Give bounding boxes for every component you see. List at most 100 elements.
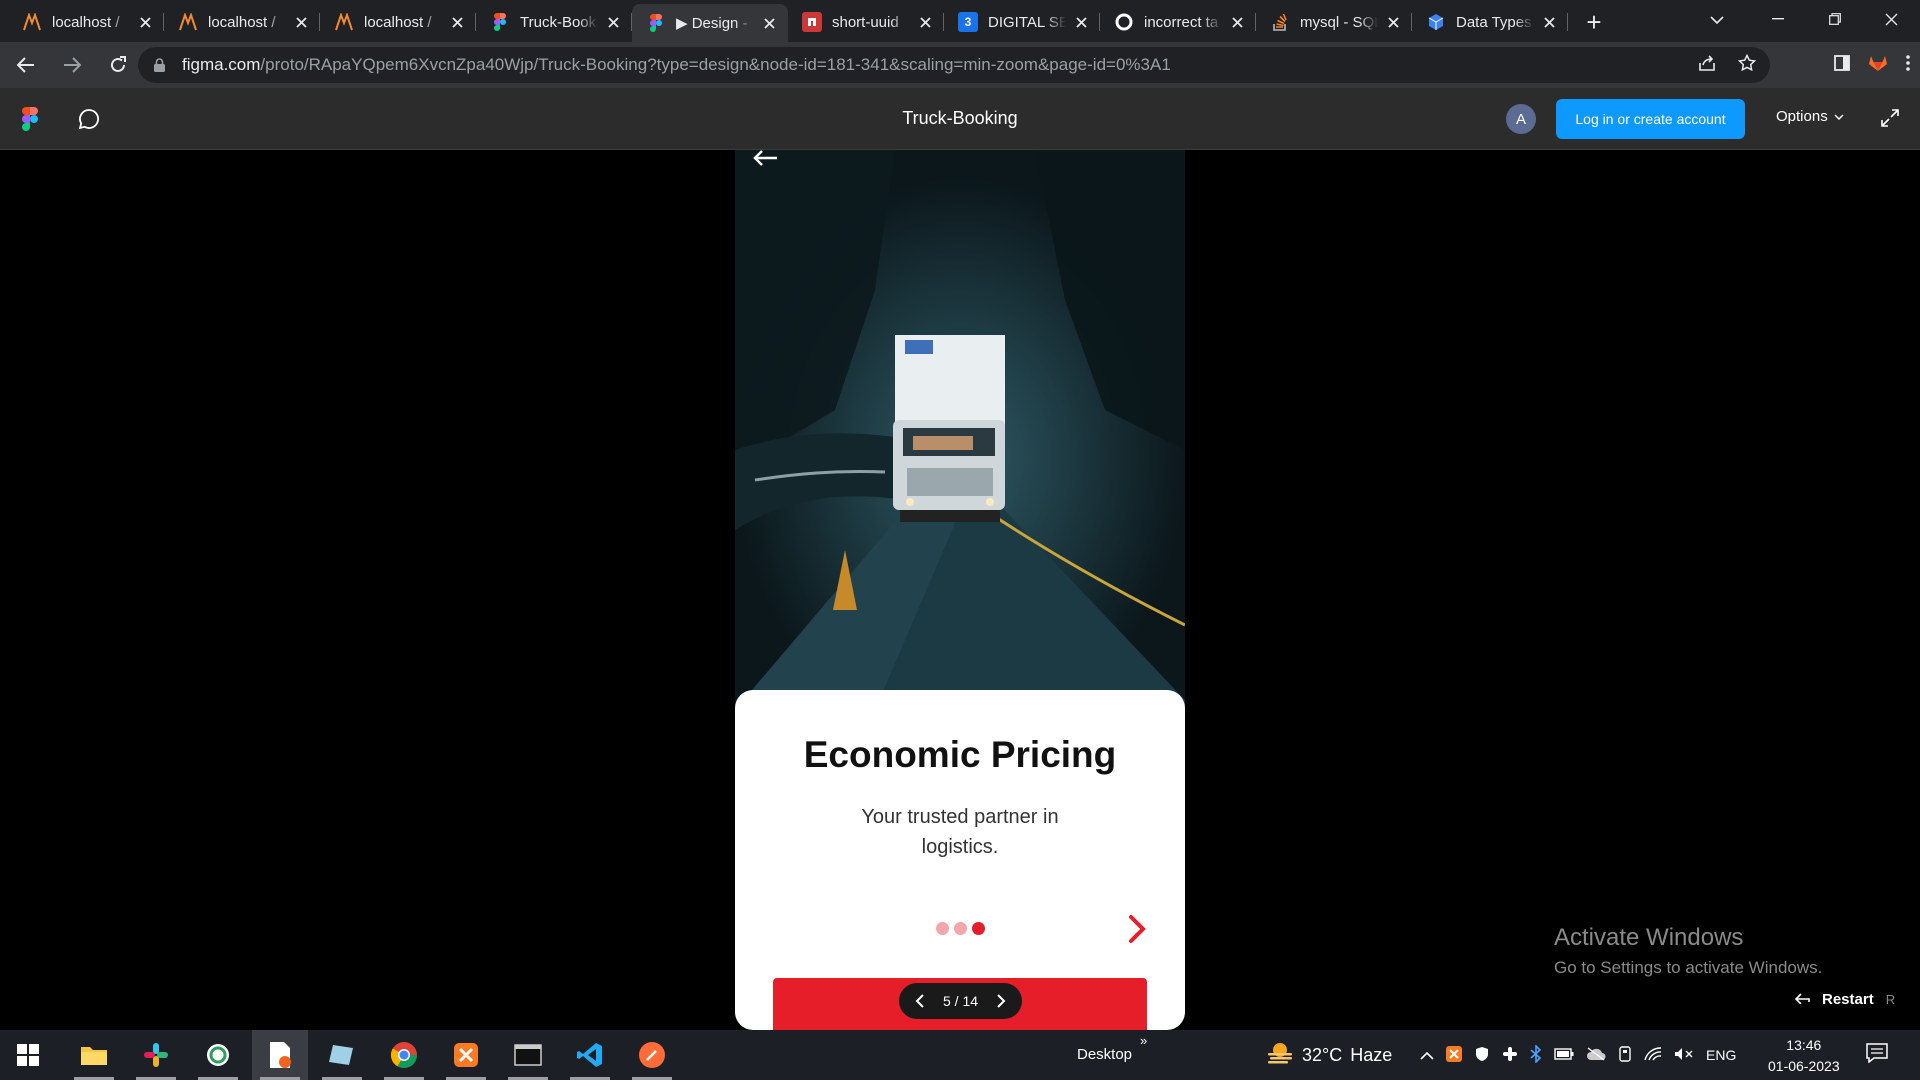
activate-heading: Activate Windows	[1554, 924, 1744, 951]
tab-title: Data Types	[1456, 13, 1532, 31]
tab-search-icon[interactable]	[1704, 8, 1730, 32]
browser-tab[interactable]: short-uuid	[788, 4, 944, 40]
close-tab-icon[interactable]	[1228, 13, 1246, 31]
new-tab-button[interactable]: +	[1576, 4, 1612, 40]
browser-toolbar: figma.com/proto/RApaYQpem6XvcnZpa40Wjp/T…	[0, 42, 1920, 88]
chevron-up-icon[interactable]	[1420, 1047, 1434, 1063]
page-dot[interactable]	[936, 922, 949, 935]
activate-subtext: Go to Settings to activate Windows.	[1554, 958, 1823, 977]
browser-tab[interactable]: localhost /	[164, 4, 320, 40]
security-shield-icon[interactable]	[1474, 1046, 1490, 1065]
file-explorer-icon[interactable]	[66, 1030, 122, 1080]
browser-menu-icon[interactable]	[1906, 54, 1910, 76]
cloud-sync-icon[interactable]	[1586, 1046, 1606, 1064]
close-tab-icon[interactable]	[604, 13, 622, 31]
taskbar-clock[interactable]: 13:46 01-06-2023	[1768, 1035, 1840, 1077]
chevron-right-icon[interactable]	[1125, 914, 1149, 944]
close-tab-icon[interactable]	[136, 13, 154, 31]
page-dot-active[interactable]	[972, 922, 985, 935]
slack-tray-icon[interactable]	[1502, 1046, 1518, 1065]
figma-icon	[646, 13, 666, 33]
postman-icon[interactable]	[624, 1030, 680, 1080]
restore-icon[interactable]	[1806, 0, 1863, 38]
notification-icon[interactable]	[1866, 1043, 1890, 1067]
digital-icon: 3	[958, 12, 978, 32]
xampp-icon	[334, 12, 354, 32]
browser-tab[interactable]: Truck-Booking	[476, 4, 632, 40]
start-icon[interactable]	[0, 1030, 56, 1080]
slack-icon[interactable]	[128, 1030, 184, 1080]
terminal-icon[interactable]	[500, 1030, 556, 1080]
restart-shortcut: R	[1885, 992, 1896, 1007]
share-icon[interactable]	[1698, 54, 1716, 77]
wifi-icon[interactable]	[1644, 1046, 1662, 1064]
browser-tab[interactable]: localhost /	[320, 4, 476, 40]
browser-tab[interactable]: localhost /	[8, 4, 164, 40]
login-button[interactable]: Log in or create account	[1556, 99, 1745, 139]
onboarding-subtitle: Your trusted partner in logistics.	[861, 806, 1059, 858]
tab-title: Truck-Booking	[520, 13, 598, 31]
weather-condition: Haze	[1350, 1045, 1393, 1065]
forward-icon[interactable]	[52, 45, 92, 85]
xampp-tray-icon[interactable]	[1446, 1045, 1462, 1065]
vscode-icon[interactable]	[562, 1030, 618, 1080]
page-dot[interactable]	[954, 922, 967, 935]
xampp-icon[interactable]	[438, 1030, 494, 1080]
chrome-icon[interactable]	[376, 1030, 432, 1080]
browser-tab-strip: localhost / localhost / localhost / Truck-B…	[0, 0, 1920, 42]
onboarding-card: Economic Pricing Your trusted partner in…	[735, 690, 1185, 1030]
device-icon[interactable]	[1618, 1045, 1632, 1065]
browser-tab[interactable]: 3 DIGITAL SEO	[944, 4, 1100, 40]
omnibox-actions	[1698, 47, 1757, 83]
close-window-icon[interactable]	[1863, 0, 1920, 38]
weather-widget[interactable]: 32°C Haze	[1266, 1041, 1392, 1070]
previous-frame-icon[interactable]	[909, 990, 931, 1012]
next-frame-icon[interactable]	[990, 990, 1012, 1012]
browser-tab[interactable]: mysql - SQL	[1256, 4, 1412, 40]
battery-icon[interactable]	[1554, 1047, 1574, 1063]
cube-icon	[1426, 12, 1446, 32]
options-dropdown[interactable]: Options	[1776, 108, 1844, 125]
notes-app-icon[interactable]	[314, 1030, 370, 1080]
fullscreen-icon[interactable]	[1880, 108, 1900, 128]
reload-icon[interactable]	[98, 45, 138, 85]
close-tab-icon[interactable]	[448, 13, 466, 31]
close-tab-icon[interactable]	[916, 13, 934, 31]
browser-tab[interactable]: incorrect ta	[1100, 4, 1256, 40]
volume-muted-icon[interactable]	[1674, 1047, 1694, 1064]
close-tab-icon[interactable]	[1540, 13, 1558, 31]
gitlab-extension-icon[interactable]	[1868, 54, 1888, 77]
avatar[interactable]: A	[1506, 104, 1536, 134]
restart-button[interactable]: Restart R	[1794, 991, 1895, 1008]
tab-title: localhost /	[208, 13, 276, 31]
prototype-pager: 5 / 14	[899, 983, 1022, 1019]
desktop-toolbar-label[interactable]: Desktop	[1077, 1046, 1132, 1063]
side-panel-icon[interactable]	[1834, 54, 1850, 76]
figma-icon	[490, 12, 510, 32]
tab-title: localhost /	[364, 13, 432, 31]
close-tab-icon[interactable]	[1384, 13, 1402, 31]
stackoverflow-icon	[1270, 12, 1290, 32]
tab-title: short-uuid	[832, 13, 899, 31]
document-app-icon[interactable]	[252, 1030, 308, 1080]
address-bar[interactable]: figma.com/proto/RApaYQpem6XvcnZpa40Wjp/T…	[138, 47, 1770, 83]
browser-tab[interactable]: Data Types	[1412, 4, 1568, 40]
clock-date: 01-06-2023	[1768, 1058, 1840, 1074]
close-tab-icon[interactable]	[760, 14, 778, 32]
lock-icon[interactable]	[152, 57, 166, 73]
double-chevron-icon[interactable]: »	[1140, 1033, 1147, 1048]
language-indicator[interactable]: ENG	[1706, 1047, 1736, 1063]
tab-list: localhost / localhost / localhost / Truck-B…	[0, 0, 1568, 42]
system-tray: ENG	[1420, 1030, 1736, 1080]
back-icon[interactable]	[6, 45, 46, 85]
browser-tab[interactable]: ▶ Design -	[632, 4, 788, 42]
bluetooth-icon[interactable]	[1530, 1043, 1542, 1066]
bookmark-star-icon[interactable]	[1737, 53, 1757, 77]
frame-counter: 5 / 14	[942, 993, 979, 1009]
timer-app-icon[interactable]	[190, 1030, 246, 1080]
close-tab-icon[interactable]	[292, 13, 310, 31]
minimize-icon[interactable]	[1749, 0, 1806, 38]
back-arrow-icon[interactable]	[751, 150, 779, 166]
tab-title: ▶ Design -	[676, 15, 748, 32]
close-tab-icon[interactable]	[1072, 13, 1090, 31]
